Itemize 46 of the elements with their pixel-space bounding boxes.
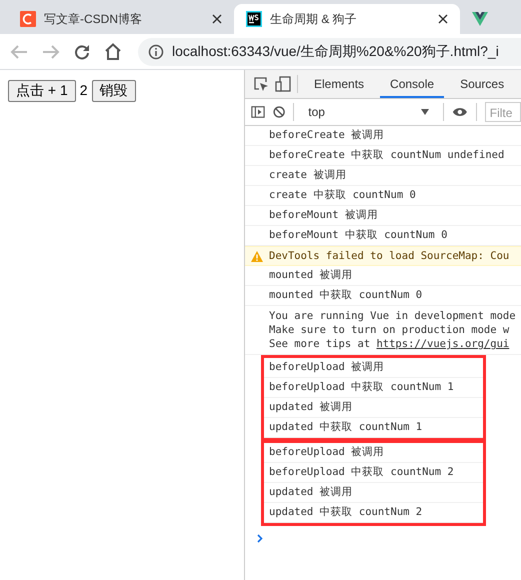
console-message: create 被调用 xyxy=(245,166,521,186)
warning-message: DevTools failed to load SourceMap: Cou xyxy=(269,250,510,262)
devtools-tab[interactable]: Console xyxy=(380,70,444,98)
console-message: beforeMount 被调用 xyxy=(245,206,521,226)
increment-button[interactable]: 点击 + 1 xyxy=(8,80,76,102)
ws-logo-icon xyxy=(246,11,262,27)
console-message: create 中获取 countNum 0 xyxy=(245,186,521,206)
reload-icon[interactable] xyxy=(74,44,90,60)
info-icon xyxy=(148,44,164,60)
console-message: updated 中获取 countNum 2 xyxy=(264,503,483,523)
console-message: You are running Vue in development mode xyxy=(269,309,517,323)
eye-icon[interactable] xyxy=(452,106,468,118)
docs-link[interactable]: https://vuejs.org/gui xyxy=(376,338,510,350)
sidebar-toggle-icon[interactable] xyxy=(251,105,265,119)
console-message: updated 被调用 xyxy=(264,483,483,503)
destroy-button[interactable]: 销毁 xyxy=(92,80,136,102)
c-logo-icon xyxy=(20,11,36,27)
clear-icon[interactable] xyxy=(273,105,286,119)
inspect-icon[interactable] xyxy=(253,76,269,92)
console-message: beforeCreate 被调用 xyxy=(245,126,521,146)
dropdown-caret-icon xyxy=(421,109,429,115)
browser-tab[interactable]: 写文章-CSDN博客 xyxy=(8,4,234,34)
console-message: beforeUpload 中获取 countNum 1 xyxy=(264,378,483,398)
console-message: mounted 被调用 xyxy=(245,266,521,286)
console-message: updated 被调用 xyxy=(264,398,483,418)
close-icon[interactable] xyxy=(438,14,448,24)
devtools-tab[interactable]: Elements xyxy=(304,70,374,98)
console-message: updated 中获取 countNum 1 xyxy=(264,418,483,438)
address-field[interactable]: localhost:63343/vue/生命周期%20&%20狗子.html?_i xyxy=(138,38,521,66)
close-icon[interactable] xyxy=(212,14,222,24)
count-value: 2 xyxy=(80,81,88,98)
v-logo-icon xyxy=(472,12,488,26)
console-message: beforeUpload 中获取 countNum 2 xyxy=(264,463,483,483)
context-select[interactable]: top xyxy=(302,101,435,123)
warning-icon xyxy=(251,251,263,262)
console-message: beforeUpload 被调用 xyxy=(264,443,483,463)
home-icon[interactable] xyxy=(104,43,122,60)
devtools-tab[interactable]: Sources xyxy=(450,70,514,98)
device-icon[interactable] xyxy=(275,76,291,92)
prompt-chevron-icon[interactable] xyxy=(257,534,263,543)
console-message: beforeUpload 被调用 xyxy=(264,358,483,378)
console-message: mounted 中获取 countNum 0 xyxy=(245,286,521,306)
console-message: See more tips at xyxy=(269,338,372,350)
browser-tab[interactable]: 生命周期 & 狗子 xyxy=(234,4,460,34)
console-message: Make sure to turn on production mode w xyxy=(269,323,510,337)
console-message: beforeCreate 中获取 countNum undefined xyxy=(245,146,521,166)
